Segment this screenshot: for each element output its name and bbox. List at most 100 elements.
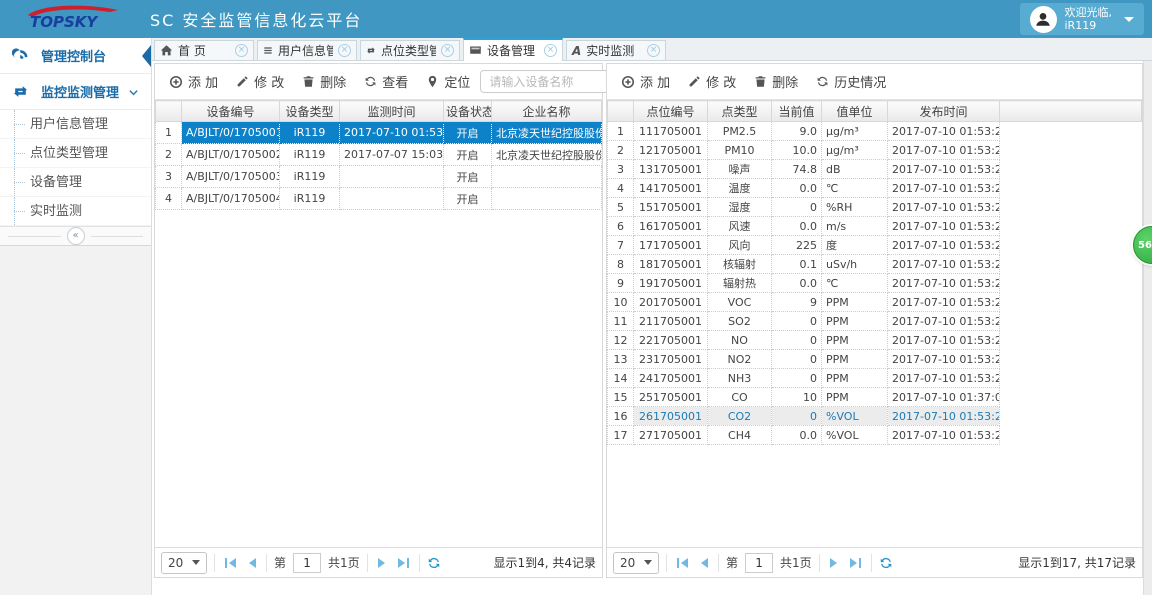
table-row[interactable]: 7 171705001 风向 225 度 2017-07-10 01:53:21 [607,235,1142,255]
tab-close-icon[interactable]: × [441,44,454,57]
table-row[interactable]: 14 241705001 NH3 0 PPM 2017-07-10 01:53:21 [607,368,1142,388]
cell: 风向 [707,235,772,255]
map-pin-icon [429,75,437,88]
prev-page-button[interactable] [246,557,259,568]
page-size-value: 20 [620,555,636,570]
tab-label: 首 页 [178,44,206,58]
svg-text:TOPSKY: TOPSKY [30,13,99,31]
page-size-select[interactable]: 20 [161,551,207,574]
tab-home[interactable]: 首 页 × [154,40,254,60]
table-row[interactable]: 12 221705001 NO 0 PPM 2017-07-10 01:53:21 [607,330,1142,350]
cell: uSv/h [821,254,888,274]
table-row[interactable]: 8 181705001 核辐射 0.1 uSv/h 2017-07-10 01:53:21 [607,254,1142,274]
table-row[interactable]: 6 161705001 风速 0.0 m/s 2017-07-10 01:53:21 [607,216,1142,236]
table-row[interactable]: 15 251705001 CO 10 PPM 2017-07-10 01:37:01 [607,387,1142,407]
cell: NH3 [707,368,772,388]
row-number-cell: 8 [607,254,634,274]
first-page-button[interactable] [222,557,239,568]
refresh-icon[interactable] [427,556,441,570]
delete-button[interactable]: 删除 [294,68,354,95]
button-label: 修 改 [254,76,285,91]
table-row[interactable]: 10 201705001 VOC 9 PPM 2017-07-10 01:53:22 [607,292,1142,312]
prev-page-button[interactable] [698,557,711,568]
history-button[interactable]: 历史情况 [808,68,894,95]
cell: 2017-07-10 01:53:22 [887,292,1000,312]
next-page-button[interactable] [375,557,388,568]
tab-close-icon[interactable]: × [544,44,557,57]
row-number-cell: 2 [155,143,182,166]
table-row[interactable]: 3 131705001 噪声 74.8 dB 2017-07-10 01:53:22 [607,159,1142,179]
page-label: 第 [726,556,739,570]
tab-device[interactable]: 设备管理 × [463,38,563,61]
next-page-button[interactable] [827,557,840,568]
sidebar-section-console[interactable]: 管理控制台 [0,38,151,74]
button-label: 添 加 [188,76,219,91]
tab-point-type[interactable]: 点位类型管理 × [360,40,460,60]
page-input[interactable] [745,552,774,573]
table-row[interactable]: 3 A/BJLT/0/1705003 iR119 开启 [155,165,602,188]
cell: CO2 [707,406,772,426]
tab-close-icon[interactable]: × [235,44,248,57]
scrollbar-track[interactable] [1143,61,1152,595]
cell: %VOL [821,406,888,426]
sidebar-item-point-type[interactable]: 点位类型管理 [0,139,151,168]
plus-circle-icon [621,75,635,88]
cell: 2017-07-10 01:53:21 [887,235,1000,255]
delete-button[interactable]: 删除 [746,68,806,95]
table-row[interactable]: 4 A/BJLT/0/1705004 iR119 开启 [155,187,602,210]
filler-cell [999,273,1142,293]
table-row[interactable]: 5 151705001 湿度 0 %RH 2017-07-10 01:53:22 [607,197,1142,217]
page-size-select[interactable]: 20 [613,551,659,574]
tab-user-info[interactable]: 用户信息管理 × [257,40,357,60]
cell: 0 [771,349,822,369]
sidebar-section-label: 监控监测管理 [41,86,120,101]
table-row[interactable]: 16 261705001 CO2 0 %VOL 2017-07-10 01:53:22 [607,406,1142,426]
add-button[interactable]: 添 加 [613,68,678,95]
cell [491,187,602,210]
table-row[interactable]: 2 121705001 PM10 10.0 μg/m³ 2017-07-10 01:53:… [607,140,1142,160]
filler-cell [999,292,1142,312]
view-button[interactable]: 查看 [356,68,416,95]
cell: 231705001 [633,349,708,369]
tab-realtime[interactable]: A 实时监测 × [566,40,666,60]
table-row[interactable]: 13 231705001 NO2 0 PPM 2017-07-10 01:53:22 [607,349,1142,369]
collapse-sidebar-button[interactable]: « [66,227,85,245]
sidebar-item-device[interactable]: 设备管理 [0,168,151,197]
cell: SO2 [707,311,772,331]
cell: 151705001 [633,197,708,217]
point-pager: 20 第 共1页 显示1到17, 共17记录 [607,547,1142,577]
page-title: SC 安全监管信息化云平台 [150,11,363,30]
last-page-button[interactable] [395,557,412,568]
table-row[interactable]: 17 271705001 CH4 0.0 %VOL 2017-07-10 01:53:21 [607,425,1142,445]
first-page-button[interactable] [674,557,691,568]
edit-button[interactable]: 修 改 [680,68,744,95]
table-row[interactable]: 1A/BJLT/0/1705001iR1192017-07-10 01:53:2… [155,121,602,144]
table-row[interactable]: 11 211705001 SO2 0 PPM 2017-07-10 01:53:22 [607,311,1142,331]
username: iR119 [1064,19,1097,32]
cell: 0.0 [771,216,822,236]
cell: μg/m³ [821,140,888,160]
cell: 湿度 [707,197,772,217]
cell: VOC [707,292,772,312]
table-row[interactable]: 1 111705001 PM2.5 9.0 μg/m³ 2017-07-10 01:53:… [607,121,1142,141]
cell: A/BJLT/0/1705003 [181,165,280,188]
sidebar-section-monitor-mgmt[interactable]: 监控监测管理 [0,74,151,110]
sidebar-item-realtime[interactable]: 实时监测 [0,197,151,226]
sidebar-item-user-info[interactable]: 用户信息管理 [0,110,151,139]
button-label: 删除 [320,76,347,91]
refresh-icon[interactable] [879,556,893,570]
table-row[interactable]: 9 191705001 辐射热 0.0 ℃ 2017-07-10 01:53:21 [607,273,1142,293]
last-page-button[interactable] [847,557,864,568]
tab-close-icon[interactable]: × [338,44,351,57]
cell: 2017-07-07 15:03:05 [339,143,444,166]
cell: 开启 [443,121,492,144]
tab-close-icon[interactable]: × [647,44,660,57]
table-row[interactable]: 2A/BJLT/0/1705002iR1192017-07-07 15:03:0… [155,143,602,166]
user-menu[interactable]: 欢迎光临, iR119 [1019,3,1144,35]
page-input[interactable] [293,552,322,573]
locate-button[interactable]: 定位 [418,68,478,95]
table-row[interactable]: 4 141705001 温度 0.0 ℃ 2017-07-10 01:53:22 [607,178,1142,198]
filler-header [999,100,1142,122]
add-button[interactable]: 添 加 [161,68,226,95]
edit-button[interactable]: 修 改 [228,68,292,95]
